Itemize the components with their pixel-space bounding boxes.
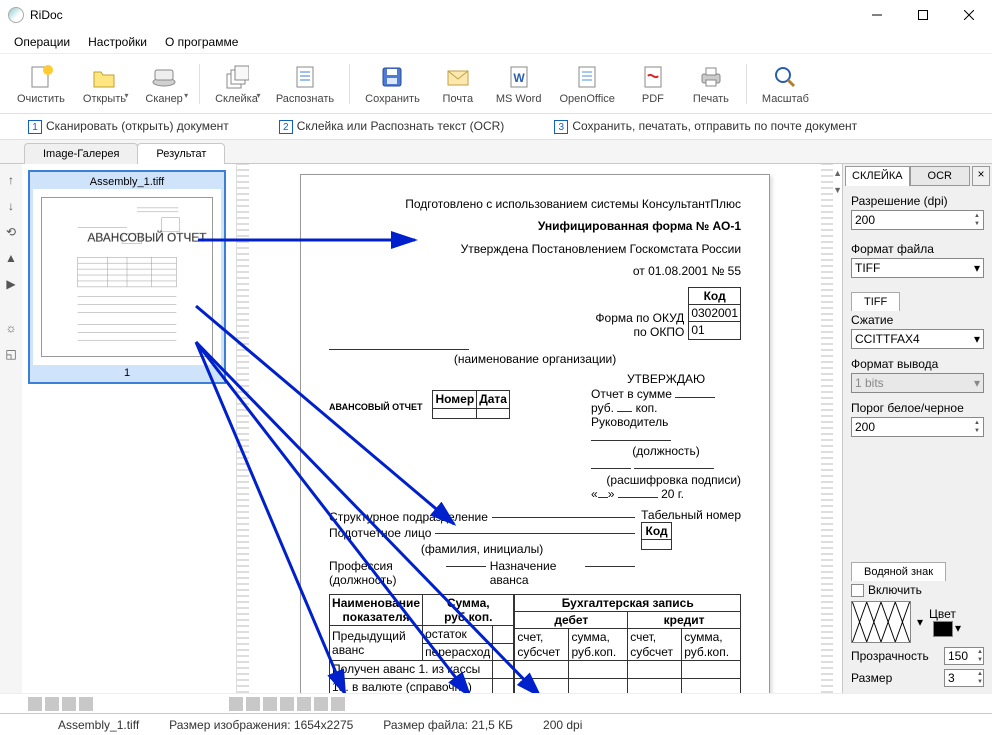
compression-label: Сжатие (851, 313, 984, 327)
save-button[interactable]: Сохранить (356, 57, 429, 111)
flip-h-icon[interactable]: ▲ (3, 250, 19, 266)
arrow-up-icon[interactable]: ↑ (3, 172, 19, 188)
threshold-input[interactable]: 200▲▼ (851, 417, 984, 437)
status-filename: Assembly_1.tiff (58, 718, 139, 732)
status-imgsize: Размер изображения: 1654x2275 (169, 718, 353, 732)
svg-text:W: W (513, 71, 525, 85)
output-select: 1 bits▾ (851, 373, 984, 393)
right-tab-assemble[interactable]: СКЛЕЙКА (845, 166, 910, 186)
resolution-label: Разрешение (dpi) (851, 194, 984, 208)
msword-button[interactable]: WMS Word (487, 57, 551, 111)
clear-button[interactable]: Очистить (8, 57, 74, 111)
status-dpi: 200 dpi (543, 718, 582, 732)
assemble-button[interactable]: Склейка (206, 57, 267, 111)
step-1: 1Сканировать (открыть) документ (28, 119, 229, 134)
format-select[interactable]: TIFF▾ (851, 258, 984, 278)
mail-button[interactable]: Почта (429, 57, 487, 111)
thumb-index: 1 (33, 365, 221, 379)
output-label: Формат вывода (851, 357, 984, 371)
window-title: RiDoc (30, 8, 854, 22)
crop-icon[interactable]: ◱ (3, 346, 19, 362)
tab-result[interactable]: Результат (137, 143, 225, 164)
openoffice-icon (572, 62, 602, 92)
arrow-down-icon[interactable]: ↓ (3, 198, 19, 214)
mail-icon (443, 62, 473, 92)
new-icon (26, 62, 56, 92)
right-close-button[interactable]: × (972, 166, 990, 186)
brightness-icon[interactable]: ☼ (3, 320, 19, 336)
msword-icon: W (504, 62, 534, 92)
watermark-enable-checkbox[interactable] (851, 584, 864, 597)
thumb-title: Assembly_1.tiff (33, 175, 221, 189)
resolution-input[interactable]: 200▲▼ (851, 210, 984, 230)
maximize-button[interactable] (900, 0, 946, 30)
color-picker[interactable] (933, 621, 953, 637)
save-icon (377, 62, 407, 92)
menu-about[interactable]: О программе (157, 32, 246, 52)
menu-operations[interactable]: Операции (6, 32, 78, 52)
watermark-preview[interactable] (851, 601, 911, 643)
close-button[interactable] (946, 0, 992, 30)
right-tab-ocr[interactable]: OCR (910, 166, 970, 186)
size-input[interactable]: 3▲▼ (944, 669, 984, 687)
tab-gallery[interactable]: Image-Галерея (24, 143, 138, 164)
pdf-icon (638, 62, 668, 92)
folder-open-icon (89, 62, 119, 92)
color-dropdown-icon[interactable]: ▾ (955, 621, 961, 637)
size-label: Размер (851, 671, 941, 685)
scanner-button[interactable]: Сканер (135, 57, 193, 111)
print-button[interactable]: Печать (682, 57, 740, 111)
color-label: Цвет (929, 607, 961, 621)
thumbnail-1[interactable]: Assembly_1.tiff АВАНСОВЫЙ ОТЧЕТ (28, 170, 226, 384)
compression-select[interactable]: CCITTFAX4▾ (851, 329, 984, 349)
recognize-button[interactable]: Распознать (267, 57, 343, 111)
minimize-button[interactable] (854, 0, 900, 30)
open-button[interactable]: Открыть (74, 57, 135, 111)
rotate-icon[interactable]: ⟲ (3, 224, 19, 240)
ocr-icon (290, 62, 320, 92)
menu-settings[interactable]: Настройки (80, 32, 155, 52)
zoom-button[interactable]: Масштаб (753, 57, 818, 111)
watermark-tab[interactable]: Водяной знак (851, 562, 946, 581)
pdf-button[interactable]: PDF (624, 57, 682, 111)
scanner-icon (149, 62, 179, 92)
step-3: 3Сохранить, печатать, отправить по почте… (554, 119, 857, 134)
threshold-label: Порог белое/черное (851, 401, 984, 415)
svg-text:АВАНСОВЫЙ ОТЧЕТ: АВАНСОВЫЙ ОТЧЕТ (88, 229, 207, 244)
document-preview[interactable]: Подготовлено с использованием системы Ко… (300, 174, 770, 693)
magnifier-icon (770, 62, 800, 92)
flip-v-icon[interactable]: ▶ (3, 276, 19, 292)
preview-scrollbar[interactable]: ▲▼ (833, 164, 842, 693)
opacity-input[interactable]: 150▲▼ (944, 647, 984, 665)
step-2: 2Склейка или Распознать текст (OCR) (279, 119, 505, 134)
watermark-enable-label: Включить (868, 583, 922, 597)
format-label: Формат файла (851, 242, 984, 256)
status-filesize: Размер файла: 21,5 КБ (383, 718, 513, 732)
app-icon (8, 7, 24, 23)
wm-dropdown-icon[interactable]: ▾ (917, 615, 923, 629)
openoffice-button[interactable]: OpenOffice (550, 57, 623, 111)
print-icon (696, 62, 726, 92)
tiff-tab[interactable]: TIFF (851, 292, 900, 311)
stack-icon (221, 62, 251, 92)
opacity-label: Прозрачность (851, 649, 941, 663)
